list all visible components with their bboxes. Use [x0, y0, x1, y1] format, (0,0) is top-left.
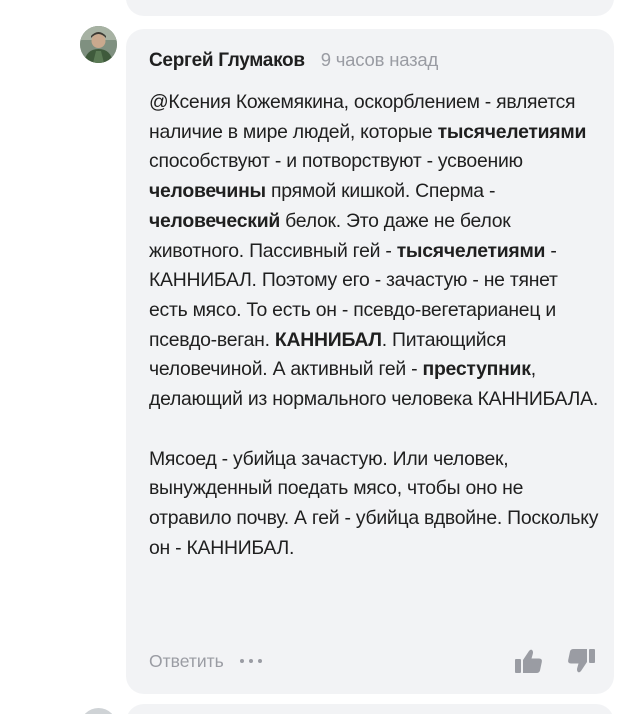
bold-text-segment: человеческий [149, 209, 281, 232]
comment-time: 9 часов назад [320, 49, 439, 70]
next-comment-card [126, 704, 614, 714]
avatar[interactable] [80, 26, 117, 63]
thumbs-up-icon[interactable] [514, 648, 544, 674]
comment-paragraph-2: Мясоед - убийца зачастую. Или человек, в… [149, 447, 599, 559]
more-dots-icon[interactable] [239, 651, 262, 671]
comment-paragraph-1: @Ксения Кожемякина, оскорблением - являе… [149, 88, 599, 415]
text-segment: прямой кишкой. Сперма - [265, 180, 496, 203]
comment-card: Сергей Глумаков 9 часов назад @Ксения Ко… [126, 29, 614, 694]
bold-text-segment: преступник [422, 358, 531, 381]
next-comment-avatar[interactable] [80, 708, 117, 714]
text-segment: способствуют - и потворствуют - усвоению [149, 150, 523, 173]
bold-text-segment: КАННИБАЛ [274, 328, 382, 351]
avatar-image [80, 26, 117, 63]
comments-page: Сергей Глумаков 9 часов назад @Ксения Ко… [0, 0, 638, 714]
reply-button[interactable]: Ответить [149, 651, 224, 672]
comment-author[interactable]: Сергей Глумаков [149, 50, 305, 72]
bold-text-segment: человечины [149, 180, 266, 203]
comment-body: @Ксения Кожемякина, оскорблением - являе… [149, 88, 599, 564]
vote-controls [514, 648, 596, 674]
bold-text-segment: тысячелетиями [396, 239, 546, 262]
bold-text-segment: тысячелетиями [437, 120, 587, 143]
previous-comment-card [126, 0, 614, 16]
comment-header: Сергей Глумаков 9 часов назад [149, 49, 596, 77]
thumbs-down-icon[interactable] [566, 648, 596, 674]
comment-footer: Ответить [149, 646, 596, 676]
